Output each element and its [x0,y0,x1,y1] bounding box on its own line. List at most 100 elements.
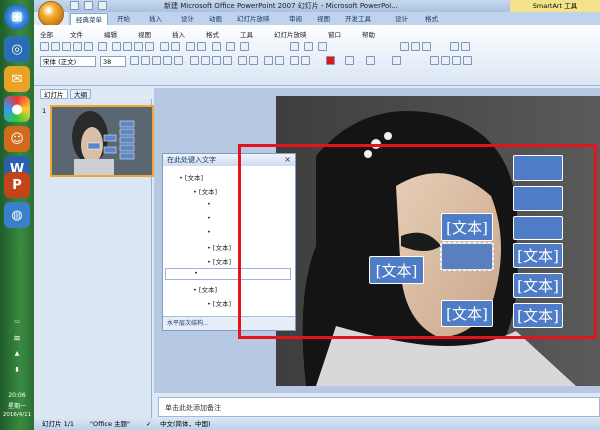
tab-insert[interactable]: 插入 [144,13,167,25]
menu-edit[interactable]: 编辑 [104,29,117,39]
shape-icon[interactable] [400,42,409,51]
undo-icon[interactable] [160,42,169,51]
new-icon[interactable] [40,42,49,51]
help-icon[interactable] [226,42,235,51]
tab-home[interactable]: 开始 [112,13,135,25]
tab-review[interactable]: 审阅 [284,13,307,25]
format-painter-icon[interactable] [145,42,154,51]
tab-slides[interactable]: 幻灯片 [40,89,68,99]
usb-icon[interactable]: ▭ [0,318,34,325]
menu-tools[interactable]: 工具 [240,29,253,39]
open-icon[interactable] [51,42,60,51]
insert-table-icon[interactable] [197,42,206,51]
app-icon-3[interactable]: ● [4,96,30,122]
list-item[interactable]: • [207,200,211,208]
list-item[interactable]: • [文本] [207,298,231,308]
save-icon[interactable] [62,42,71,51]
list-item[interactable]: • [文本] [193,284,217,294]
start-icon[interactable]: ⊞ [4,4,30,30]
list-item[interactable]: • [文本] [193,186,217,196]
battery-icon[interactable]: ▮ [0,366,34,373]
tab-view[interactable]: 视图 [312,13,335,25]
menu-format[interactable]: 格式 [206,29,219,39]
strike-icon[interactable] [174,56,183,65]
menu-window[interactable]: 窗口 [328,29,341,39]
wifi-icon[interactable]: ≋ [0,334,34,344]
align-center-icon[interactable] [201,56,210,65]
tab-animation[interactable]: 动画 [204,13,227,25]
shape-outline-icon[interactable] [441,56,450,65]
status-theme[interactable]: "Office 主题" [90,418,130,430]
notes-pane[interactable]: 单击此处添加备注 [158,397,600,417]
powerpoint-icon[interactable]: P [4,172,30,198]
shadow-icon[interactable] [163,56,172,65]
line-color-icon[interactable] [366,56,375,65]
list-item[interactable]: • [文本] [207,242,231,252]
app-icon-2[interactable]: ✉ [4,66,30,92]
font-color-icon[interactable] [345,56,354,65]
menu-help[interactable]: 帮助 [362,29,375,39]
arrow-style-icon[interactable] [392,56,401,65]
tab-classic-menu[interactable]: 经典菜单 [70,13,108,25]
preview-icon[interactable] [84,42,93,51]
list-item[interactable]: • [207,214,211,222]
bold-icon[interactable] [130,56,139,65]
fill-color-icon[interactable] [326,56,335,65]
numbering-icon[interactable] [249,56,258,65]
italic-icon[interactable] [141,56,150,65]
spellcheck-icon[interactable]: ✓ [146,418,151,430]
menu-slideshow[interactable]: 幻灯片放映 [274,29,307,39]
undo-icon[interactable] [84,1,93,10]
cut-icon[interactable] [112,42,121,51]
font-name-select[interactable]: 宋体 (正文) [40,56,96,67]
tab-smartart-format[interactable]: 格式 [420,13,443,25]
menu-insert[interactable]: 插入 [172,29,185,39]
app-icon-4[interactable]: ☺ [4,126,30,152]
clock-time[interactable]: 20:06 [0,392,34,399]
new-slide-icon[interactable] [240,42,249,51]
outdent-icon[interactable] [275,56,284,65]
tab-design[interactable]: 设计 [176,13,199,25]
search-icon[interactable] [461,42,470,51]
menu-all[interactable]: 全部 [40,29,53,39]
paste-icon[interactable] [134,42,143,51]
save-icon[interactable] [70,1,79,10]
arrange-icon[interactable] [411,42,420,51]
align-right-icon[interactable] [212,56,221,65]
align-left-icon[interactable] [190,56,199,65]
copy-icon[interactable] [123,42,132,51]
list-item[interactable]: • [文本] [207,256,231,266]
office-button[interactable] [38,1,64,27]
tab-slideshow[interactable]: 幻灯片放映 [232,13,275,25]
shape-fill-icon[interactable] [430,56,439,65]
bullets-icon[interactable] [238,56,247,65]
slideshow-icon[interactable] [290,42,299,51]
grow-font-icon[interactable] [290,56,299,65]
more-icon[interactable] [463,56,472,65]
shape-effect-icon[interactable] [452,56,461,65]
spell-icon[interactable] [98,42,107,51]
tab-smartart-design[interactable]: 设计 [390,13,413,25]
menu-view[interactable]: 视图 [138,29,151,39]
slide-thumbnail[interactable] [50,105,154,177]
print-icon[interactable] [73,42,82,51]
status-language[interactable]: 中文(简体，中国) [160,418,211,430]
design-icon[interactable] [318,42,327,51]
insert-chart-icon[interactable] [186,42,195,51]
text-box-icon[interactable] [422,42,431,51]
tray-icon[interactable]: ▲ [0,350,34,357]
underline-icon[interactable] [152,56,161,65]
list-item[interactable]: • [207,228,211,236]
layout-icon[interactable] [304,42,313,51]
menu-file[interactable]: 文件 [70,29,83,39]
app-icon-5[interactable]: ◍ [4,202,30,228]
shrink-font-icon[interactable] [301,56,310,65]
list-item[interactable]: • [文本] [179,172,203,182]
image-icon[interactable] [450,42,459,51]
tab-developer[interactable]: 开发工具 [340,13,376,25]
app-icon-1[interactable]: ◎ [4,36,30,62]
redo-icon[interactable] [98,1,107,10]
zoom-icon[interactable] [212,42,221,51]
justify-icon[interactable] [223,56,232,65]
indent-icon[interactable] [264,56,273,65]
